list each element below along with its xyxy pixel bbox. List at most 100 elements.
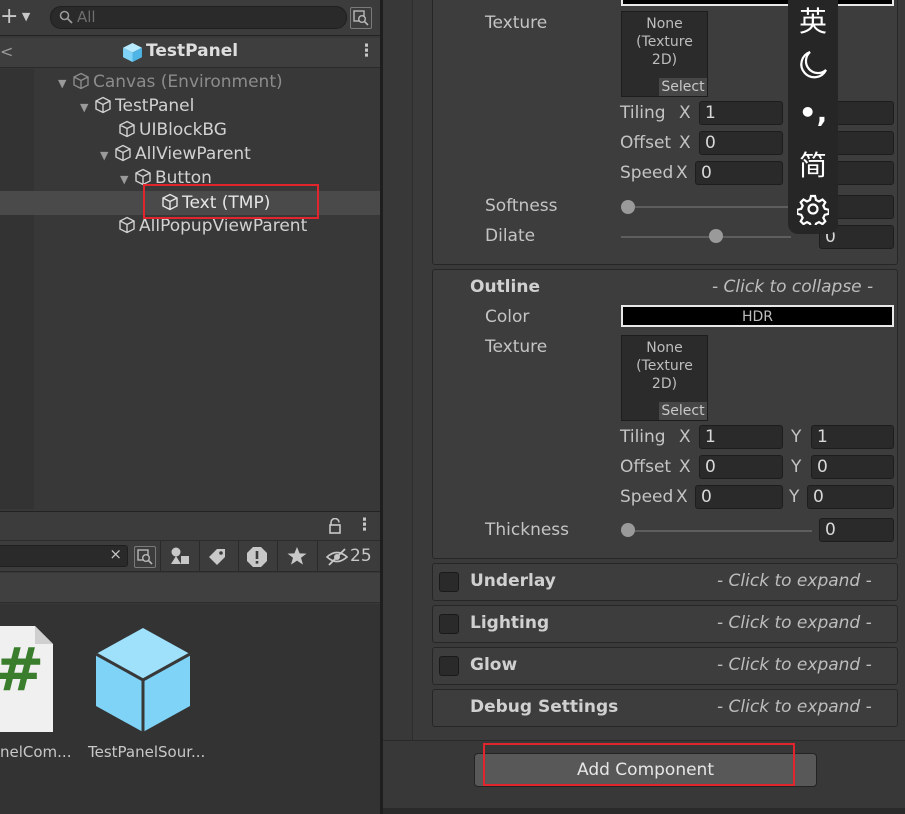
expand-arrow-icon[interactable]: ▼ xyxy=(58,72,72,96)
face-texture-slot[interactable]: None (Texture 2D) Select xyxy=(621,11,708,97)
asset-label: nelCom... xyxy=(0,743,72,761)
expand-arrow-icon[interactable]: ▼ xyxy=(80,96,94,120)
tree-item-label: Text (TMP) xyxy=(182,193,271,213)
csharp-glyph: # xyxy=(0,640,44,700)
search-placeholder: All xyxy=(77,8,96,26)
outline-texture-slot[interactable]: None (Texture 2D) Select xyxy=(621,335,708,421)
kebab-menu-icon[interactable]: ⋮ xyxy=(358,41,375,61)
clear-search-icon[interactable]: × xyxy=(109,545,122,563)
favorite-star-icon[interactable] xyxy=(286,546,308,566)
glow-checkbox[interactable] xyxy=(439,656,459,676)
project-breadcrumb xyxy=(0,573,380,603)
filter-by-type-icon[interactable] xyxy=(169,546,191,566)
outline-color-field[interactable]: HDR xyxy=(621,305,894,327)
face-speed-x-label: X xyxy=(676,163,688,183)
tree-item-testpanel[interactable]: ▼ TestPanel xyxy=(80,94,194,118)
outline-thickness-field[interactable]: 0 xyxy=(819,518,894,542)
lighting-expand-hint[interactable]: - Click to expand - xyxy=(717,613,872,633)
expand-arrow-icon[interactable]: ▼ xyxy=(120,168,134,192)
face-speed-label: Speed xyxy=(620,163,674,183)
lighting-checkbox[interactable] xyxy=(439,614,459,634)
outline-collapse-hint[interactable]: - Click to collapse - xyxy=(712,277,873,297)
debug-settings-expand-hint[interactable]: - Click to expand - xyxy=(717,697,872,717)
asset-csharp-script[interactable]: # xyxy=(0,626,53,732)
dilate-slider-knob[interactable] xyxy=(709,229,723,243)
kebab-menu-icon[interactable]: ⋮ xyxy=(356,515,373,535)
softness-slider-track[interactable] xyxy=(621,206,791,208)
project-search-input[interactable]: × xyxy=(0,545,128,567)
outline-tiling-x-field[interactable]: 1 xyxy=(699,425,783,449)
outline-thickness-label: Thickness xyxy=(485,520,570,540)
face-tiling-x-label: X xyxy=(679,103,691,123)
texture-dim: 2D) xyxy=(651,52,678,68)
gameobject-icon xyxy=(119,120,135,138)
softness-slider-knob[interactable] xyxy=(621,200,635,214)
outline-speed-y-field[interactable]: 0 xyxy=(807,485,894,509)
tree-item-allpopupviewparent[interactable]: AllPopupViewParent xyxy=(118,214,307,238)
underlay-expand-hint[interactable]: - Click to expand - xyxy=(717,571,872,591)
hidden-eye-icon[interactable] xyxy=(325,547,349,567)
ime-simplified-toggle[interactable]: 简 xyxy=(788,144,838,184)
tree-item-text-tmp[interactable]: Text (TMP) xyxy=(161,191,270,215)
texture-select-button[interactable]: Select xyxy=(659,402,707,420)
search-by-type-button[interactable] xyxy=(134,546,156,568)
outline-speed-y-label: Y xyxy=(789,487,800,507)
asset-prefab[interactable] xyxy=(92,626,194,734)
lock-icon[interactable] xyxy=(328,518,342,534)
outline-offset-x-field[interactable]: 0 xyxy=(699,455,783,479)
outline-speed-label: Speed xyxy=(620,487,674,507)
outline-speed-x-field[interactable]: 0 xyxy=(695,485,783,509)
gameobject-icon xyxy=(95,96,111,114)
divider xyxy=(199,541,200,572)
thickness-slider-track[interactable] xyxy=(621,530,812,532)
texture-none: None xyxy=(646,340,683,356)
face-offset-x-field[interactable]: 0 xyxy=(699,131,783,155)
outline-title[interactable]: Outline xyxy=(470,277,540,297)
face-speed-x-field[interactable]: 0 xyxy=(695,161,783,185)
outline-color-label: Color xyxy=(485,307,530,327)
ime-punctuation-toggle[interactable]: •, xyxy=(788,96,838,129)
filter-by-label-icon[interactable] xyxy=(207,547,229,567)
outline-tiling-y-field[interactable]: 1 xyxy=(811,425,894,449)
tree-item-allviewparent[interactable]: ▼ AllViewParent xyxy=(100,142,251,166)
face-offset-label: Offset xyxy=(620,133,672,153)
texture-none: None xyxy=(646,16,683,32)
tree-item-button[interactable]: ▼ Button xyxy=(120,166,212,190)
face-color-field[interactable] xyxy=(621,0,894,6)
tree-item-canvas[interactable]: ▼ Canvas (Environment) xyxy=(58,70,283,94)
glow-title[interactable]: Glow xyxy=(470,655,517,675)
warning-icon[interactable] xyxy=(246,546,268,568)
outline-texture-label: Texture xyxy=(485,337,548,357)
dilate-slider-track[interactable] xyxy=(621,236,791,238)
project-search-bar: × 25 xyxy=(0,541,380,572)
tree-item-uiblockbg[interactable]: UIBlockBG xyxy=(118,118,227,142)
underlay-title[interactable]: Underlay xyxy=(470,571,556,591)
bottom-edge xyxy=(383,808,905,814)
face-tiling-label: Tiling xyxy=(620,103,666,123)
underlay-checkbox[interactable] xyxy=(439,572,459,592)
search-by-type-button[interactable] xyxy=(350,7,372,29)
thickness-slider-knob[interactable] xyxy=(621,523,635,537)
face-offset-x-label: X xyxy=(679,133,691,153)
add-object-button[interactable]: + ▼ xyxy=(0,6,30,28)
texture-select-button[interactable]: Select xyxy=(659,78,707,96)
expand-arrow-icon[interactable]: ▼ xyxy=(100,144,114,168)
face-texture-label: Texture xyxy=(485,13,548,33)
gameobject-icon xyxy=(119,216,135,234)
ime-language-toggle[interactable]: 英 xyxy=(788,0,838,40)
back-arrow-icon[interactable]: < xyxy=(0,42,13,61)
glow-expand-hint[interactable]: - Click to expand - xyxy=(717,655,872,675)
outline-offset-y-field[interactable]: 0 xyxy=(811,455,894,479)
tree-item-label: UIBlockBG xyxy=(139,120,227,140)
debug-settings-title[interactable]: Debug Settings xyxy=(470,697,618,717)
outline-tiling-y-label: Y xyxy=(791,427,802,447)
divider xyxy=(277,541,278,572)
moon-icon[interactable] xyxy=(797,49,829,81)
gear-icon[interactable] xyxy=(797,193,829,225)
hierarchy-toolbar: + ▼ All xyxy=(0,0,380,36)
hierarchy-search-input[interactable]: All xyxy=(50,6,347,29)
add-component-button[interactable]: Add Component xyxy=(474,753,817,787)
project-toolbar: ⋮ xyxy=(0,511,380,541)
face-tiling-x-field[interactable]: 1 xyxy=(699,101,783,125)
lighting-title[interactable]: Lighting xyxy=(470,613,549,633)
